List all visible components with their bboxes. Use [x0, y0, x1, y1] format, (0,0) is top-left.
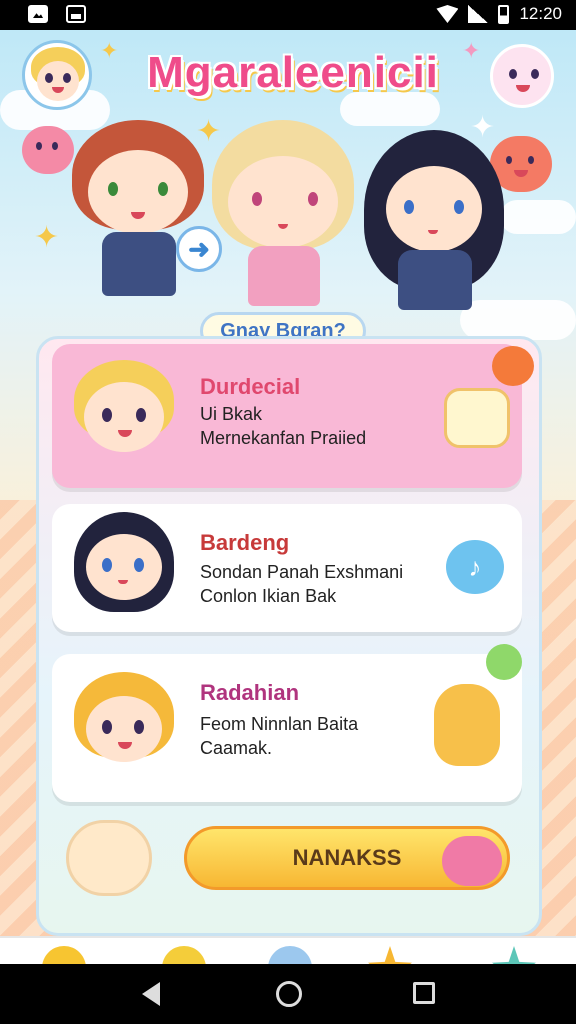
profile-avatar[interactable]: [22, 40, 92, 110]
card-title: Radahian: [200, 680, 300, 705]
nav-item-3[interactable]: [264, 944, 314, 964]
gallery-icon: [28, 5, 48, 23]
image-icon: [66, 5, 86, 23]
bottom-navigation: [0, 936, 576, 964]
happy-face-icon: [162, 946, 206, 964]
card-line: Sondan Panah Exshmani: [200, 562, 404, 582]
card-title: Durdecial: [200, 374, 301, 399]
card-avatar: [68, 512, 180, 624]
fox-mascot-icon: [434, 684, 500, 766]
smile-icon: [42, 946, 86, 964]
signal-icon: [468, 5, 489, 23]
card-avatar: [68, 672, 180, 784]
menu-card-1[interactable]: Durdecial Ui Bkak Mernekanfan Praiied: [52, 344, 534, 488]
app-title: Mgaraleenicii: [147, 48, 439, 97]
star-icon: [368, 946, 412, 964]
card-line: Feom Ninnlan Baita: [200, 714, 359, 734]
cloud-mascot-icon: [66, 820, 152, 896]
pink-mascot-icon: [442, 836, 502, 886]
sparkle-icon: ✦: [462, 38, 481, 63]
card-line: Caamak.: [200, 738, 273, 758]
clover-icon: [486, 644, 522, 680]
character-redhead: [68, 120, 208, 310]
card-avatar: [68, 360, 180, 472]
menu-card-2[interactable]: Bardeng Sondan Panah Exshmani Conlon Iki…: [52, 504, 522, 632]
menu-card-3[interactable]: Radahian Feom Ninnlan Baita Caamak.: [52, 644, 522, 802]
recent-apps-button[interactable]: [413, 982, 435, 1004]
hero-illustration: [40, 120, 540, 340]
card-line: Ui Bkak: [200, 404, 263, 424]
mascot-icon[interactable]: [490, 44, 554, 108]
teal-star-icon: [492, 946, 536, 964]
next-arrow-button[interactable]: ➜: [176, 226, 222, 272]
character-blonde: [208, 120, 358, 310]
nav-item-5[interactable]: [488, 944, 538, 964]
nav-item-4[interactable]: [364, 944, 414, 964]
card-title: Bardeng: [200, 530, 290, 555]
music-bubble-icon: ♪: [446, 540, 504, 594]
status-bar: 12:20: [0, 0, 576, 30]
orange-bubble-icon: [492, 346, 534, 386]
nav-item-1[interactable]: [38, 944, 88, 964]
back-button[interactable]: [142, 982, 160, 1006]
battery-icon: [498, 4, 510, 24]
nav-item-2[interactable]: [158, 944, 208, 964]
clock: 12:20: [519, 4, 562, 23]
card-line: Conlon Ikian Bak: [200, 586, 337, 606]
sparkle-icon: ✦: [100, 38, 119, 63]
card-line: Mernekanfan Praiied: [200, 428, 367, 448]
wifi-icon: [436, 5, 459, 23]
system-navigation-bar: [0, 964, 576, 1024]
app-screen: ✦ ✦ ✦ ✦ ✦ Mgaraleenicii ➜ Gnay Bgran? Du…: [0, 30, 576, 964]
character-darkhair: [364, 130, 508, 320]
home-button[interactable]: [276, 981, 302, 1007]
treasure-bowl-icon: [444, 388, 510, 448]
bubble-icon: [268, 946, 312, 964]
